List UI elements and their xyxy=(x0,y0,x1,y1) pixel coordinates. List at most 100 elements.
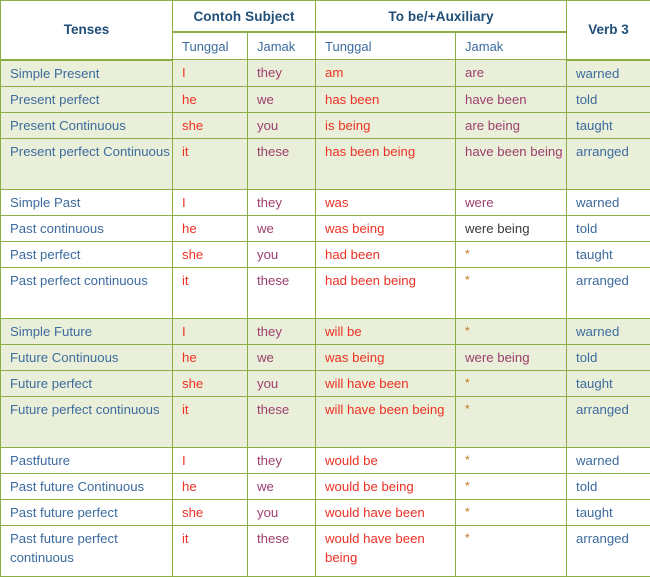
cell-verb3: told xyxy=(567,473,650,499)
cell-tobe-jamak: have been xyxy=(456,86,567,112)
cell-tense: Past perfect xyxy=(1,241,173,267)
cell-verb3: taught xyxy=(567,499,650,525)
header-verb3: Verb 3 xyxy=(567,1,650,60)
cell-subject-jamak: they xyxy=(248,318,316,344)
tenses-table: Tenses Contoh Subject To be/+Auxiliary V… xyxy=(0,0,650,577)
cell-tobe-tunggal: has been being xyxy=(316,138,456,189)
cell-subject-jamak: these xyxy=(248,138,316,189)
cell-tobe-jamak: * xyxy=(456,267,567,318)
cell-tense: Pastfuture xyxy=(1,447,173,473)
cell-subject-tunggal: I xyxy=(173,447,248,473)
cell-subject-jamak: these xyxy=(248,267,316,318)
header-tobe-jamak: Jamak xyxy=(456,32,567,60)
cell-verb3: warned xyxy=(567,318,650,344)
cell-tobe-jamak: were being xyxy=(456,344,567,370)
cell-tobe-tunggal: would have been being xyxy=(316,525,456,576)
cell-tense: Present perfect xyxy=(1,86,173,112)
header-row-top: Tenses Contoh Subject To be/+Auxiliary V… xyxy=(1,1,650,33)
header-subject-tunggal: Tunggal xyxy=(173,32,248,60)
cell-verb3: told xyxy=(567,86,650,112)
cell-tense: Present perfect Continuous xyxy=(1,138,173,189)
cell-subject-jamak: they xyxy=(248,60,316,87)
table-row: Future perfect continuousitthesewill hav… xyxy=(1,396,650,447)
cell-subject-jamak: these xyxy=(248,525,316,576)
cell-subject-jamak: they xyxy=(248,447,316,473)
cell-verb3: taught xyxy=(567,112,650,138)
cell-verb3: warned xyxy=(567,60,650,87)
cell-tense: Past future perfect continuous xyxy=(1,525,173,576)
cell-subject-jamak: you xyxy=(248,499,316,525)
table-row: Present perfecthewehas beenhave beentold xyxy=(1,86,650,112)
cell-verb3: told xyxy=(567,344,650,370)
cell-subject-jamak: you xyxy=(248,370,316,396)
cell-tobe-tunggal: will be xyxy=(316,318,456,344)
cell-tobe-jamak: are xyxy=(456,60,567,87)
cell-tense: Future perfect continuous xyxy=(1,396,173,447)
cell-subject-tunggal: I xyxy=(173,189,248,215)
cell-tobe-tunggal: am xyxy=(316,60,456,87)
cell-verb3: taught xyxy=(567,241,650,267)
cell-subject-jamak: these xyxy=(248,396,316,447)
cell-tense: Simple Future xyxy=(1,318,173,344)
cell-verb3: arranged xyxy=(567,525,650,576)
header-contoh-subject: Contoh Subject xyxy=(173,1,316,33)
cell-tense: Past perfect continuous xyxy=(1,267,173,318)
header-subject-jamak: Jamak xyxy=(248,32,316,60)
header-tenses: Tenses xyxy=(1,1,173,60)
cell-subject-jamak: we xyxy=(248,473,316,499)
cell-tense: Simple Present xyxy=(1,60,173,87)
cell-tobe-tunggal: would be xyxy=(316,447,456,473)
cell-subject-jamak: you xyxy=(248,112,316,138)
cell-tobe-jamak: * xyxy=(456,525,567,576)
table-row: Past continuoushewewas beingwere beingto… xyxy=(1,215,650,241)
cell-tobe-jamak: are being xyxy=(456,112,567,138)
table-row: PastfutureItheywould be*warned xyxy=(1,447,650,473)
cell-subject-tunggal: it xyxy=(173,396,248,447)
cell-tobe-jamak: * xyxy=(456,318,567,344)
table-row: Present perfect Continuousitthesehas bee… xyxy=(1,138,650,189)
table-row: Past perfect continuousitthesehad been b… xyxy=(1,267,650,318)
cell-tobe-tunggal: had been being xyxy=(316,267,456,318)
table-row: Past future perfect continuousitthesewou… xyxy=(1,525,650,576)
cell-subject-tunggal: she xyxy=(173,499,248,525)
cell-tobe-tunggal: had been xyxy=(316,241,456,267)
cell-subject-tunggal: it xyxy=(173,267,248,318)
cell-tobe-jamak: * xyxy=(456,396,567,447)
cell-subject-tunggal: he xyxy=(173,86,248,112)
cell-tense: Past future Continuous xyxy=(1,473,173,499)
cell-tobe-jamak: * xyxy=(456,447,567,473)
cell-tobe-jamak: have been being xyxy=(456,138,567,189)
cell-tobe-tunggal: will have been being xyxy=(316,396,456,447)
cell-subject-tunggal: she xyxy=(173,241,248,267)
table-row: Future perfectsheyouwill have been*taugh… xyxy=(1,370,650,396)
cell-subject-tunggal: he xyxy=(173,344,248,370)
cell-tobe-jamak: * xyxy=(456,499,567,525)
cell-verb3: warned xyxy=(567,189,650,215)
cell-tense: Future Continuous xyxy=(1,344,173,370)
cell-subject-tunggal: he xyxy=(173,473,248,499)
cell-verb3: arranged xyxy=(567,138,650,189)
cell-subject-tunggal: I xyxy=(173,60,248,87)
cell-tobe-jamak: * xyxy=(456,370,567,396)
cell-tobe-tunggal: would be being xyxy=(316,473,456,499)
cell-verb3: told xyxy=(567,215,650,241)
cell-subject-tunggal: he xyxy=(173,215,248,241)
table-row: Simple FutureItheywill be*warned xyxy=(1,318,650,344)
cell-tobe-jamak: were xyxy=(456,189,567,215)
cell-tobe-jamak: * xyxy=(456,241,567,267)
cell-subject-jamak: we xyxy=(248,344,316,370)
cell-subject-jamak: we xyxy=(248,215,316,241)
table-header: Tenses Contoh Subject To be/+Auxiliary V… xyxy=(1,1,650,60)
cell-subject-jamak: they xyxy=(248,189,316,215)
cell-subject-tunggal: it xyxy=(173,525,248,576)
cell-tobe-jamak: were being xyxy=(456,215,567,241)
cell-tobe-jamak: * xyxy=(456,473,567,499)
cell-subject-tunggal: it xyxy=(173,138,248,189)
table-row: Simple PresentItheyamarewarned xyxy=(1,60,650,87)
cell-verb3: taught xyxy=(567,370,650,396)
table-row: Present Continuoussheyouis beingare bein… xyxy=(1,112,650,138)
cell-verb3: arranged xyxy=(567,267,650,318)
table-row: Simple PastItheywaswerewarned xyxy=(1,189,650,215)
cell-tense: Simple Past xyxy=(1,189,173,215)
cell-tobe-tunggal: was being xyxy=(316,344,456,370)
